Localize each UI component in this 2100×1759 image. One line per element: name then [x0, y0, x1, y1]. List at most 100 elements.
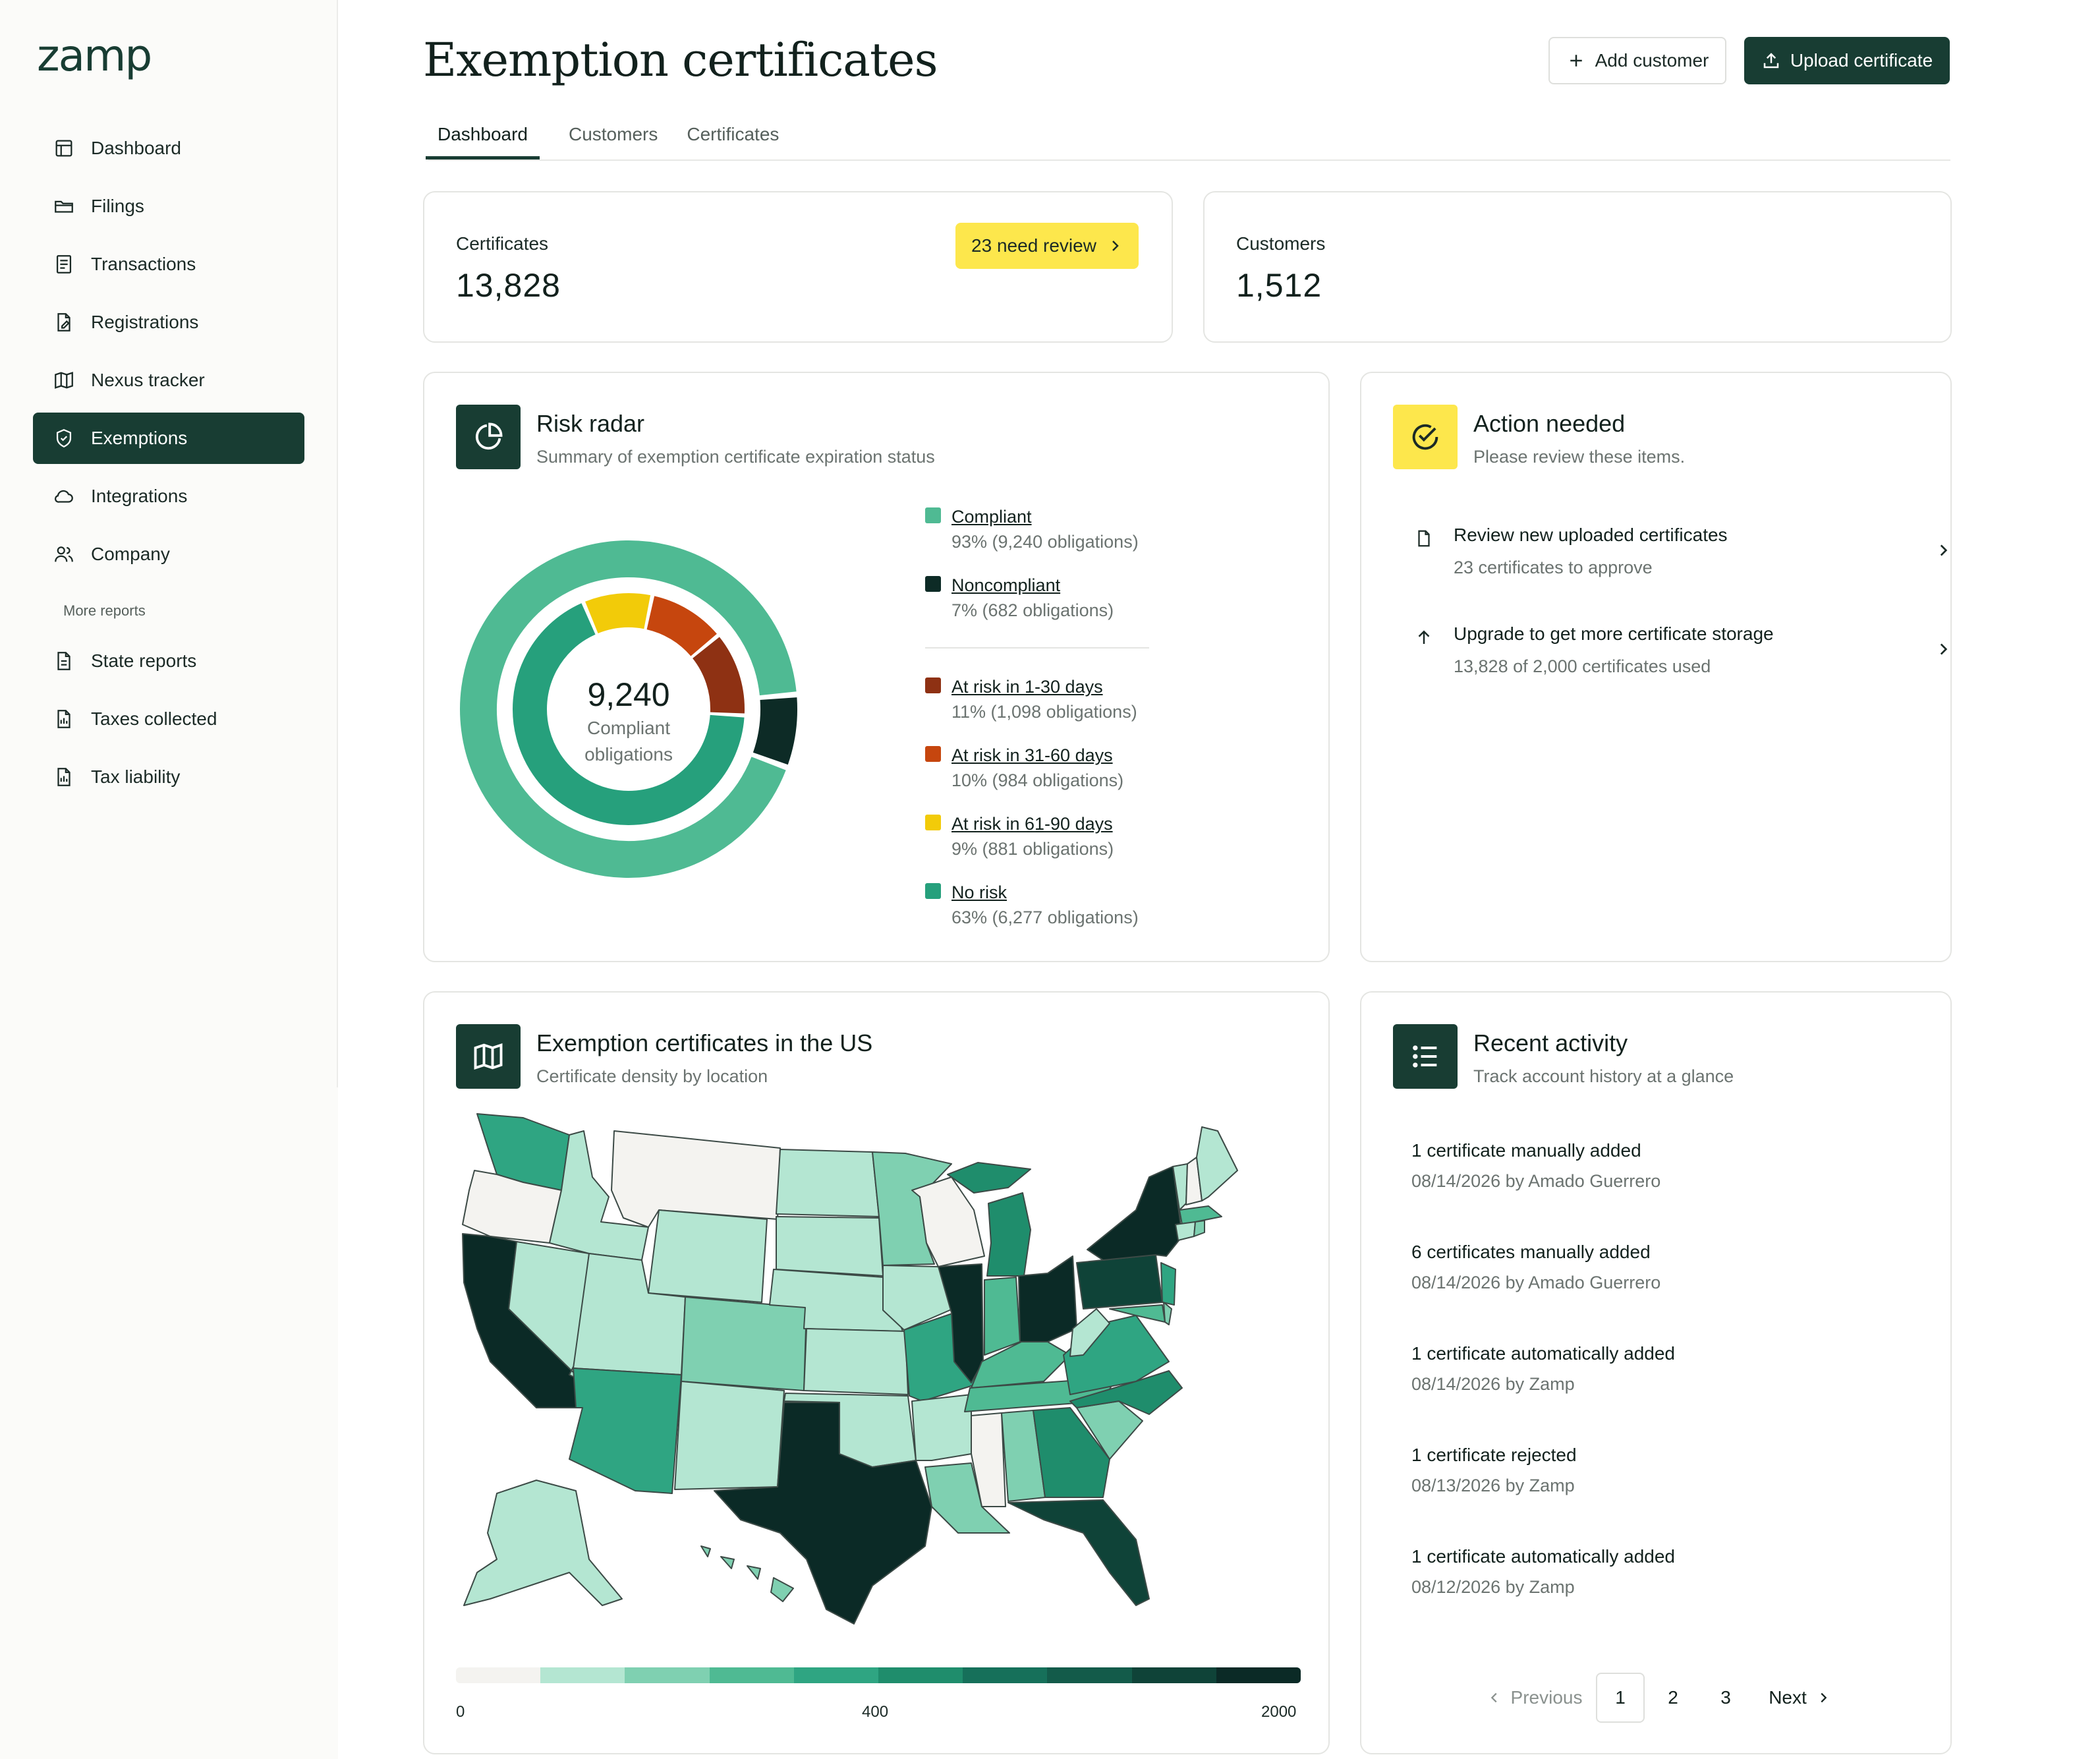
state-arkansas[interactable] [911, 1394, 972, 1461]
activity-item: 1 certificate manually added 08/14/2026 … [1411, 1138, 1660, 1198]
activity-title: 6 certificates manually added [1411, 1242, 1651, 1262]
scale-step [709, 1667, 794, 1683]
sidebar-item-company[interactable]: Company [33, 529, 304, 580]
activity-title: 1 certificate rejected [1411, 1445, 1577, 1465]
need-review-badge[interactable]: 23 need review [955, 223, 1139, 269]
action-item-subtitle: 13,828 of 2,000 certificates used [1454, 656, 1711, 676]
legend-item-risk-31-60[interactable]: At risk in 31-60 days 10% (984 obligatio… [925, 743, 1162, 812]
legend-name[interactable]: Noncompliant [951, 573, 1162, 597]
legend-swatch [925, 746, 941, 762]
legend-name[interactable]: No risk [951, 880, 1162, 904]
legend-value: 10% (984 obligations) [951, 770, 1124, 790]
state-new-mexico[interactable] [674, 1381, 785, 1490]
tab-dashboard[interactable]: Dashboard [426, 119, 540, 159]
action-item-review-certificates[interactable]: Review new uploaded certificates 23 cert… [1414, 525, 1948, 591]
inner-segment-at-risk-in-1-30-days[interactable] [692, 637, 745, 714]
shield-check-icon [53, 427, 75, 449]
state-alaska[interactable] [463, 1480, 623, 1606]
state-ohio[interactable] [1018, 1255, 1077, 1342]
recent-activity-card: Recent activity Track account history at… [1360, 991, 1952, 1754]
state-arizona[interactable] [569, 1368, 682, 1494]
previous-label: Previous [1510, 1687, 1583, 1708]
state-colorado[interactable] [681, 1296, 807, 1391]
scale-step [963, 1667, 1048, 1683]
outer-segment-noncompliant[interactable] [752, 697, 797, 765]
state-hawaii[interactable] [700, 1545, 794, 1602]
legend-item-risk-61-90[interactable]: At risk in 61-90 days 9% (881 obligation… [925, 812, 1162, 880]
activity-meta: 08/13/2026 by Zamp [1411, 1476, 1575, 1495]
add-customer-label: Add customer [1595, 50, 1709, 71]
state-wyoming[interactable] [648, 1209, 768, 1303]
state-delaware[interactable] [1163, 1302, 1172, 1325]
state-michigan[interactable] [986, 1192, 1031, 1277]
legend-name[interactable]: At risk in 31-60 days [951, 743, 1162, 767]
legend-swatch [925, 678, 941, 693]
page-button-2[interactable]: 2 [1649, 1673, 1697, 1723]
sidebar-item-tax-liability[interactable]: Tax liability [33, 751, 304, 803]
previous-page-button[interactable]: Previous [1479, 1673, 1591, 1723]
legend-item-compliant[interactable]: Compliant 93% (9,240 obligations) [925, 505, 1162, 573]
action-item-upgrade-storage[interactable]: Upgrade to get more certificate storage … [1414, 623, 1948, 689]
density-color-scale [456, 1667, 1301, 1683]
sidebar-item-label: Registrations [91, 312, 199, 332]
inner-segment-at-risk-in-61-90-days[interactable] [585, 593, 651, 634]
chevron-right-icon [1940, 544, 1948, 556]
chevron-right-icon [1112, 241, 1119, 251]
state-pennsylvania[interactable] [1076, 1254, 1163, 1310]
sidebar-item-filings[interactable]: Filings [33, 181, 304, 232]
file-edit-icon [53, 311, 75, 333]
sidebar-item-registrations[interactable]: Registrations [33, 297, 304, 348]
map-icon [53, 369, 75, 391]
tab-certificates[interactable]: Certificates [687, 119, 779, 159]
activity-item: 1 certificate rejected 08/13/2026 by Zam… [1411, 1442, 1577, 1503]
sidebar-item-exemptions[interactable]: Exemptions [33, 413, 304, 464]
receipt-icon [53, 253, 75, 275]
zamp-logo[interactable]: zamp [37, 30, 152, 81]
sidebar-item-taxes-collected[interactable]: Taxes collected [33, 693, 304, 745]
page-title: Exemption certificates [423, 33, 938, 87]
state-michigan-upper[interactable] [947, 1162, 1031, 1194]
add-customer-button[interactable]: Add customer [1548, 37, 1726, 84]
state-south-dakota[interactable] [776, 1216, 884, 1277]
page-button-1[interactable]: 1 [1596, 1673, 1645, 1723]
state-new-york[interactable] [1087, 1166, 1183, 1261]
scale-step [793, 1667, 879, 1683]
sidebar-item-transactions[interactable]: Transactions [33, 239, 304, 290]
sidebar-item-label: Company [91, 544, 170, 564]
legend-name[interactable]: At risk in 61-90 days [951, 812, 1162, 836]
next-page-button[interactable]: Next [1757, 1673, 1842, 1723]
upload-certificate-button[interactable]: Upload certificate [1744, 37, 1950, 84]
legend-item-no-risk[interactable]: No risk 63% (6,277 obligations) [925, 880, 1162, 949]
risk-legend: Compliant 93% (9,240 obligations) Noncom… [925, 505, 1162, 949]
state-new-jersey[interactable] [1160, 1262, 1176, 1306]
scale-step [878, 1667, 963, 1683]
folder-icon [53, 195, 75, 217]
document-icon [1418, 530, 1430, 547]
sidebar-item-state-reports[interactable]: State reports [33, 635, 304, 687]
certificates-count: 13,828 [456, 267, 561, 304]
page-button-3[interactable]: 3 [1701, 1673, 1750, 1723]
legend-value: 11% (1,098 obligations) [951, 702, 1137, 722]
action-needed-title: Action needed [1473, 410, 1626, 437]
state-maine[interactable] [1196, 1126, 1238, 1201]
state-rhode-island[interactable] [1193, 1220, 1205, 1237]
state-connecticut[interactable] [1175, 1221, 1196, 1241]
need-review-label: 23 need review [971, 235, 1096, 256]
inner-segment-at-risk-in-31-60-days[interactable] [646, 596, 717, 657]
legend-name[interactable]: Compliant [951, 505, 1162, 529]
activity-meta: 08/14/2026 by Zamp [1411, 1374, 1575, 1394]
legend-item-noncompliant[interactable]: Noncompliant 7% (682 obligations) [925, 573, 1162, 642]
state-north-dakota[interactable] [776, 1149, 880, 1217]
dashboard-icon [53, 137, 75, 159]
state-indiana[interactable] [984, 1277, 1021, 1356]
state-florida[interactable] [1007, 1499, 1150, 1606]
sidebar-item-integrations[interactable]: Integrations [33, 471, 304, 522]
legend-name[interactable]: At risk in 1-30 days [951, 675, 1162, 699]
sidebar-item-nexus-tracker[interactable]: Nexus tracker [33, 355, 304, 406]
activity-meta: 08/12/2026 by Zamp [1411, 1577, 1575, 1597]
tab-customers[interactable]: Customers [569, 119, 658, 159]
legend-item-risk-1-30[interactable]: At risk in 1-30 days 11% (1,098 obligati… [925, 675, 1162, 743]
state-kansas[interactable] [803, 1328, 909, 1395]
activity-item: 1 certificate automatically added 08/14/… [1411, 1341, 1675, 1401]
sidebar-item-dashboard[interactable]: Dashboard [33, 123, 304, 174]
